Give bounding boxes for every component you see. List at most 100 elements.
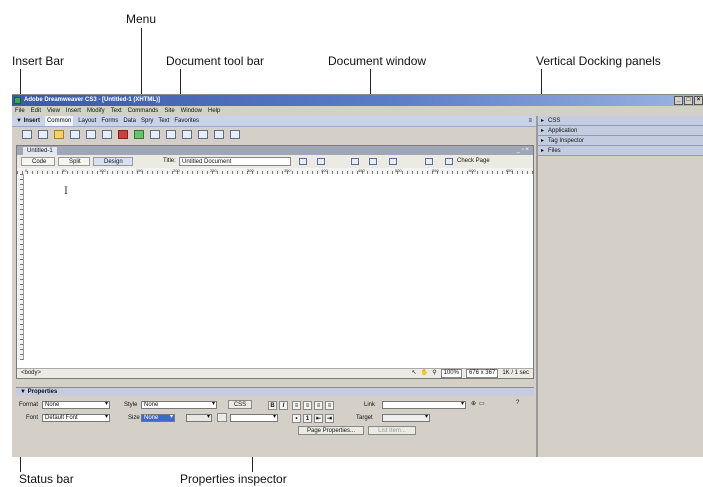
align-right-icon[interactable]: ≡	[314, 401, 323, 410]
font-label: Font	[26, 415, 39, 421]
tab-text[interactable]: Text	[158, 116, 169, 126]
hyperlink-icon[interactable]	[22, 129, 32, 139]
menu-edit[interactable]: Edit	[31, 106, 41, 116]
ruler-mark: 250	[210, 168, 217, 173]
title-bar[interactable]: Adobe Dreamweaver CS3 - [Untitled-1 (XHT…	[12, 95, 703, 106]
target-select[interactable]	[382, 414, 430, 422]
browse-folder-icon[interactable]: ▭	[479, 400, 485, 408]
annotation-document-window: Document window	[328, 54, 427, 68]
window-title: Adobe Dreamweaver CS3 - [Untitled-1 (XHT…	[24, 97, 161, 103]
templates-icon[interactable]	[214, 129, 224, 139]
validate-markup-icon[interactable]	[425, 158, 433, 165]
check-page-button[interactable]: Check Page	[457, 157, 490, 166]
menu-view[interactable]: View	[47, 106, 60, 116]
unordered-list-icon[interactable]: •	[292, 414, 301, 423]
visual-aids-icon[interactable]	[389, 158, 397, 165]
tab-data[interactable]: Data	[123, 116, 136, 126]
align-justify-icon[interactable]: ≡	[325, 401, 334, 410]
named-anchor-icon[interactable]	[54, 129, 64, 139]
style-select[interactable]: None	[141, 401, 217, 409]
ruler-mark: 350	[284, 168, 291, 173]
help-icon[interactable]: ?	[516, 399, 519, 407]
menu-file[interactable]: File	[15, 106, 25, 116]
options-menu-icon[interactable]: ≡	[528, 116, 532, 126]
indent-icon[interactable]: ⇥	[325, 414, 334, 423]
minimize-button[interactable]: _	[674, 96, 683, 105]
file-management-icon[interactable]	[299, 158, 307, 165]
point-to-file-icon[interactable]: ⊕	[471, 400, 476, 408]
menu-window[interactable]: Window	[181, 106, 202, 116]
document-tab-bar: Untitled-1 _ ▫ ×	[17, 146, 533, 155]
ruler-mark: 600	[469, 168, 476, 173]
menu-site[interactable]: Site	[164, 106, 174, 116]
div-icon[interactable]	[86, 129, 96, 139]
split-view-button[interactable]: Split	[58, 157, 90, 166]
maximize-button[interactable]: □	[684, 96, 693, 105]
menu-bar: File Edit View Insert Modify Text Comman…	[12, 106, 539, 116]
email-link-icon[interactable]	[38, 129, 48, 139]
comment-icon[interactable]	[166, 129, 176, 139]
media-icon[interactable]	[118, 129, 128, 139]
menu-text[interactable]: Text	[111, 106, 122, 116]
zoom-select[interactable]: 100%	[440, 369, 462, 378]
document-tab[interactable]: Untitled-1	[23, 147, 57, 155]
tag-selector[interactable]: <body>	[21, 369, 41, 378]
tab-layout[interactable]: Layout	[78, 116, 96, 126]
panel-application[interactable]: Application	[538, 126, 703, 136]
server-side-include-icon[interactable]	[150, 129, 160, 139]
text-color-icon[interactable]	[217, 413, 227, 422]
insert-bar-toggle[interactable]: ▼ Insert	[16, 116, 40, 126]
font-select[interactable]: Default Font	[42, 414, 110, 422]
page-properties-button[interactable]: Page Properties...	[298, 426, 364, 435]
window-controls: _ □ ×	[674, 96, 703, 105]
title-input[interactable]: Untitled Document	[179, 157, 291, 166]
script-icon[interactable]	[198, 129, 208, 139]
menu-commands[interactable]: Commands	[128, 106, 159, 116]
table-icon[interactable]	[70, 129, 80, 139]
preview-browser-icon[interactable]	[317, 158, 325, 165]
zoom-tool-icon[interactable]: ⚲	[432, 369, 436, 378]
panel-css[interactable]: CSS	[538, 116, 703, 126]
outdent-icon[interactable]: ⇤	[314, 414, 323, 423]
panel-tag-inspector[interactable]: Tag Inspector	[538, 136, 703, 146]
align-left-icon[interactable]: ≡	[292, 401, 301, 410]
link-input[interactable]	[382, 401, 466, 409]
head-icon[interactable]	[182, 129, 192, 139]
tab-favorites[interactable]: Favorites	[174, 116, 199, 126]
ruler-mark: 500	[395, 168, 402, 173]
view-options-icon[interactable]	[369, 158, 377, 165]
panel-files[interactable]: Files	[538, 146, 703, 156]
align-center-icon[interactable]: ≡	[303, 401, 312, 410]
window-size-select[interactable]: 676 x 367	[465, 369, 499, 378]
ordered-list-icon[interactable]: 1	[303, 414, 312, 423]
bold-button[interactable]: B	[268, 401, 277, 410]
menu-help[interactable]: Help	[208, 106, 220, 116]
ruler-mark: 100	[99, 168, 106, 173]
docking-panels: CSS Application Tag Inspector Files	[536, 116, 703, 457]
check-page-icon[interactable]	[445, 158, 453, 165]
tab-common[interactable]: Common	[44, 116, 74, 126]
css-button[interactable]: CSS	[228, 400, 252, 409]
tab-forms[interactable]: Forms	[101, 116, 118, 126]
format-select[interactable]: None	[42, 401, 110, 409]
hand-tool-icon[interactable]: ✋	[421, 369, 428, 378]
size-select[interactable]: None	[141, 414, 175, 422]
code-view-button[interactable]: Code	[21, 157, 55, 166]
design-canvas[interactable]: I	[24, 174, 533, 360]
select-tool-icon[interactable]: ↖	[412, 369, 417, 378]
image-icon[interactable]	[102, 129, 112, 139]
date-icon[interactable]	[134, 129, 144, 139]
italic-button[interactable]: I	[279, 401, 288, 410]
close-button[interactable]: ×	[694, 96, 703, 105]
design-view-button[interactable]: Design	[93, 157, 133, 166]
tag-chooser-icon[interactable]	[230, 129, 240, 139]
menu-modify[interactable]: Modify	[87, 106, 105, 116]
refresh-icon[interactable]	[351, 158, 359, 165]
tab-spry[interactable]: Spry	[141, 116, 153, 126]
ruler-mark: 50	[62, 168, 67, 173]
menu-insert[interactable]: Insert	[66, 106, 81, 116]
document-window-controls[interactable]: _ ▫ ×	[517, 146, 529, 155]
text-color-input[interactable]	[230, 414, 278, 422]
properties-header[interactable]: ▼ Properties	[16, 388, 534, 396]
ruler-mark: 200	[173, 168, 180, 173]
